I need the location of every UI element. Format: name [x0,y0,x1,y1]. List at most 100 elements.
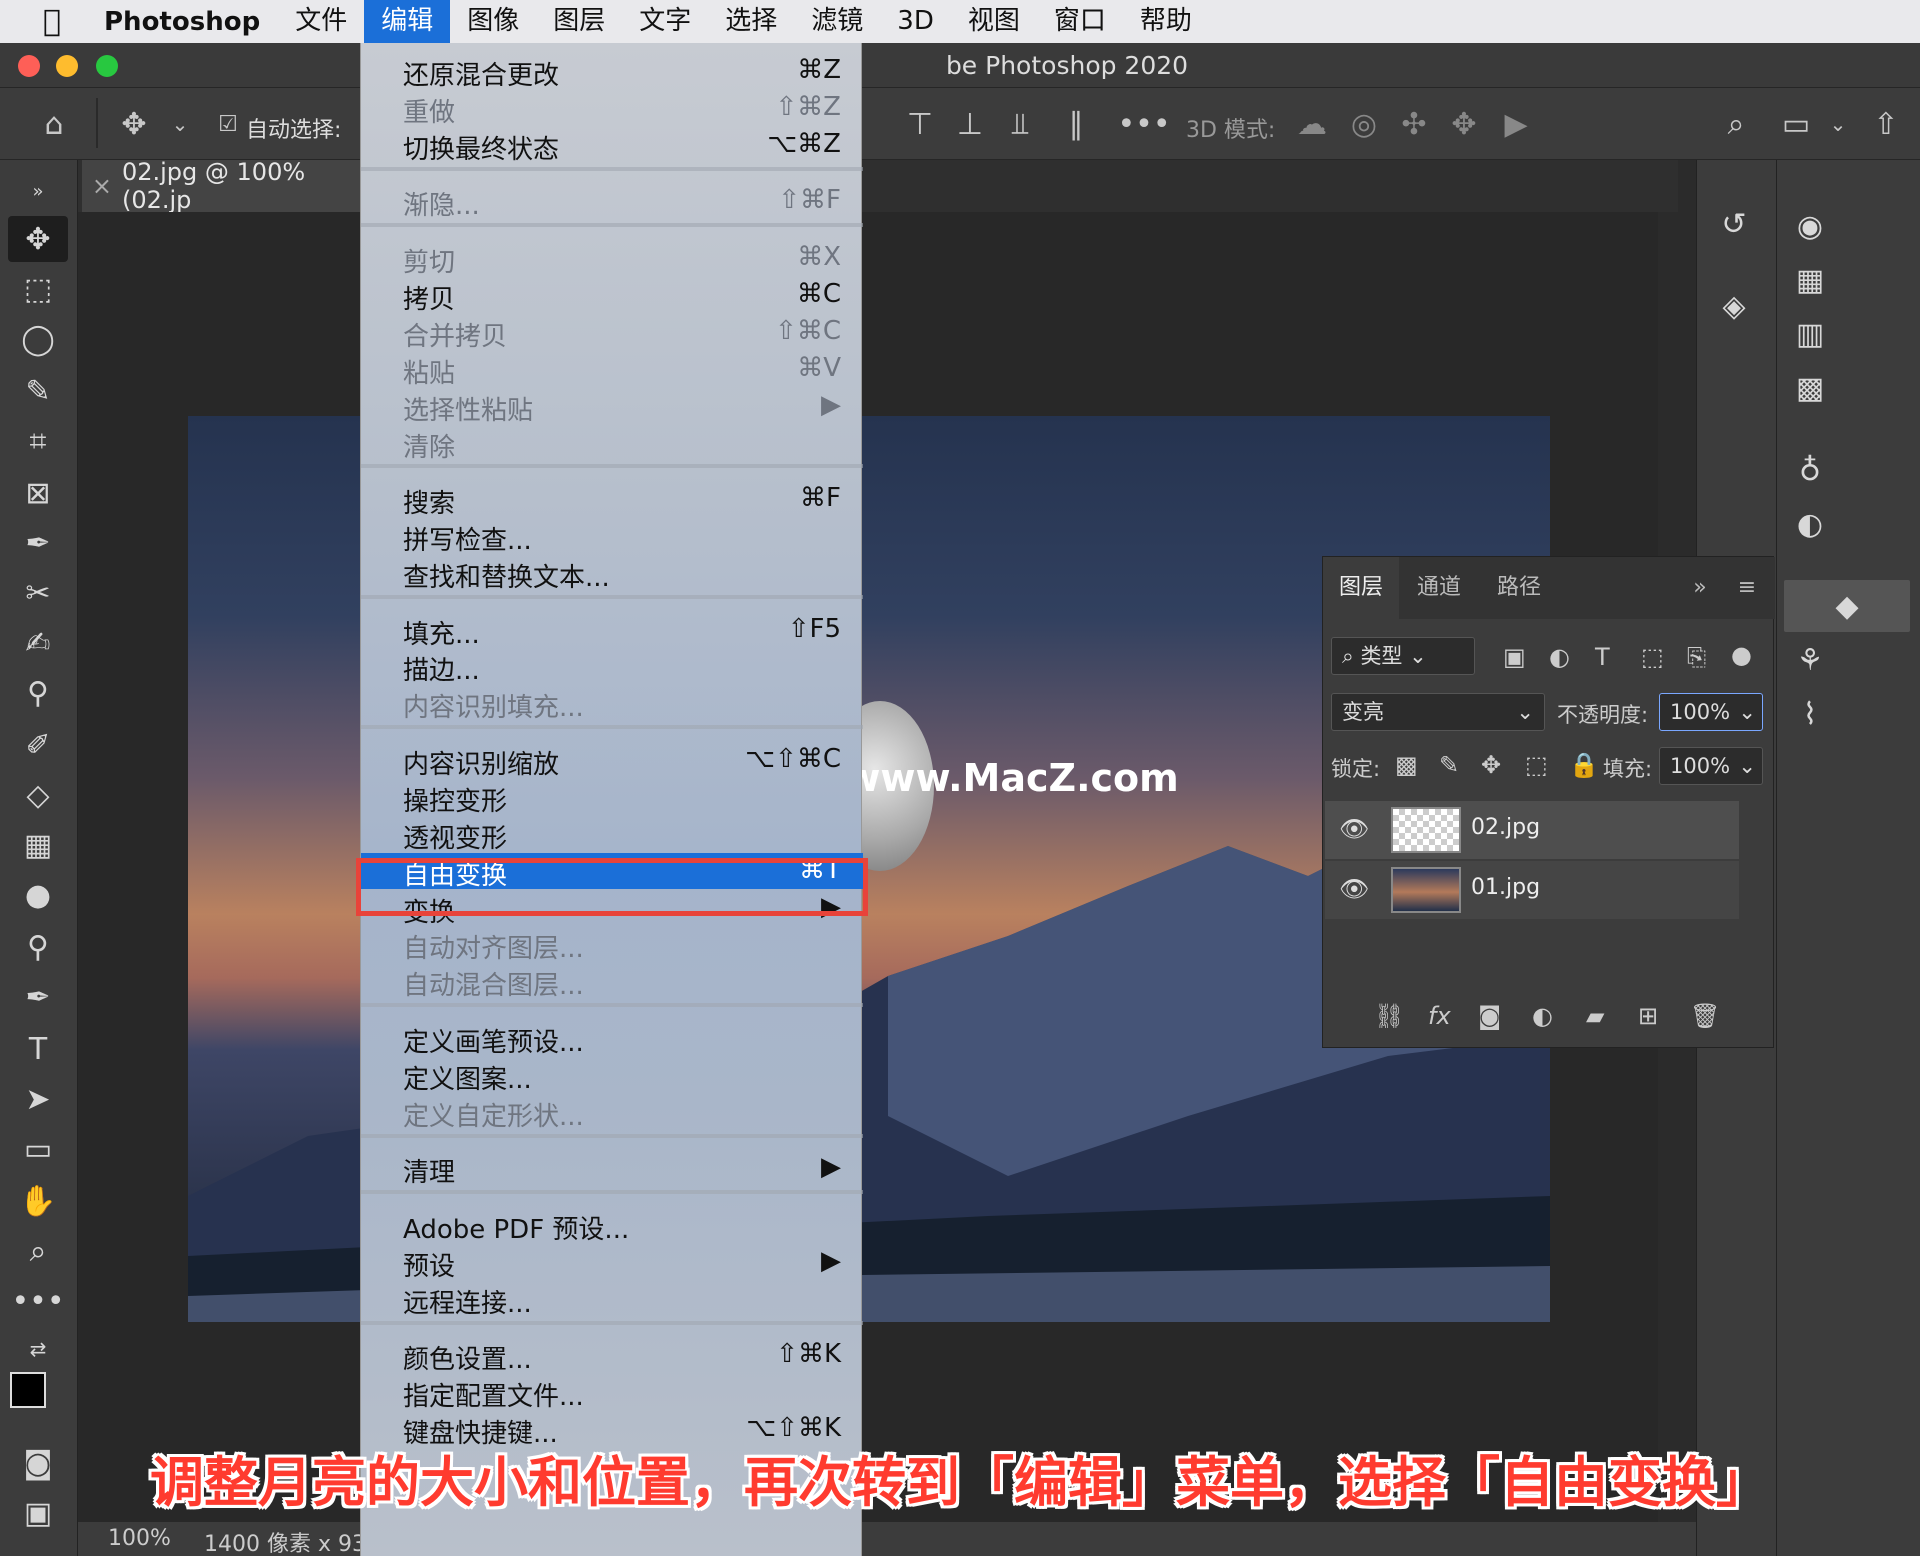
checkbox-icon[interactable]: ☑ [208,104,248,144]
menu-item[interactable]: 远程连接... [361,1281,863,1319]
quick-select-tool[interactable]: ✎ [8,368,68,414]
zoom-level[interactable]: 100% [108,1526,171,1551]
foreground-color-swatch[interactable] [10,1372,46,1408]
filter-shape-icon[interactable]: ⬚ [1641,643,1664,671]
menu-10[interactable]: 帮助 [1123,0,1209,43]
layer-filter-select[interactable]: ⌕ 类型 ⌄ [1331,637,1475,675]
history-brush-tool[interactable]: ✐ [8,722,68,768]
menu-7[interactable]: 3D [880,0,951,43]
align-middle-icon[interactable]: ⊥ [950,104,990,144]
move-tool-icon[interactable]: ✥ [114,104,154,144]
3d-slide-icon[interactable]: ✥ [1444,104,1484,144]
filter-adjustment-icon[interactable]: ◐ [1549,643,1570,671]
apple-icon[interactable]:  [0,4,104,39]
group-folder-icon[interactable]: ▰ [1586,1002,1604,1030]
tab-channels[interactable]: 通道 [1399,557,1479,619]
trash-icon[interactable]: 🗑 [1690,1002,1720,1030]
menu-9[interactable]: 窗口 [1037,0,1123,43]
crop-tool[interactable]: ⌗ [8,418,68,464]
lasso-tool[interactable]: ◯ [8,316,68,362]
menu-item[interactable]: 搜索 ⌘F [361,481,863,519]
menu-item[interactable]: 定义画笔预设... [361,1020,863,1058]
tab-paths[interactable]: 路径 [1479,557,1559,619]
layer-row-01[interactable]: 👁 01.jpg [1325,861,1739,919]
patterns-panel-icon[interactable]: ▩ [1784,362,1836,414]
blend-mode-select[interactable]: 变亮 ⌄ [1331,693,1545,731]
adjustment-layer-icon[interactable]: ◐ [1532,1002,1553,1030]
lock-pixels-icon[interactable]: ✎ [1439,751,1459,779]
rectangle-tool[interactable]: ▭ [8,1126,68,1172]
menu-item[interactable]: 拷贝 ⌘C [361,277,863,315]
menu-item[interactable]: 定义图案... [361,1057,863,1095]
menu-item[interactable]: 颜色设置... ⇧⌘K [361,1337,863,1375]
more-options-icon[interactable]: ••• [1117,104,1170,144]
3d-roll-icon[interactable]: ◎ [1344,104,1384,144]
blur-tool[interactable]: ● [8,872,68,918]
3d-orbit-icon[interactable]: ☁ [1292,104,1332,144]
menu-5[interactable]: 选择 [708,0,794,43]
lock-transparency-icon[interactable]: ▩ [1395,751,1418,779]
fill-input[interactable]: 100% ⌄ [1659,747,1763,785]
3d-panel-icon[interactable]: ◈ [1708,280,1760,332]
chevron-down-icon[interactable]: ⌄ [1818,104,1858,144]
more-tools-icon[interactable]: ••• [8,1278,68,1324]
align-bottom-icon[interactable]: ⫫ [1000,104,1040,144]
lock-position-icon[interactable]: ✥ [1481,751,1501,779]
frame-tool[interactable]: ⊠ [8,470,68,516]
type-tool[interactable]: T [8,1026,68,1072]
panel-menu-icon[interactable]: ≡ [1727,557,1767,619]
eye-icon[interactable]: 👁 [1339,875,1369,903]
3d-camera-icon[interactable]: ▶ [1496,104,1536,144]
marquee-tool[interactable]: ⬚ [8,266,68,312]
menu-6[interactable]: 滤镜 [794,0,880,43]
brush-tool[interactable]: ✍ [8,620,68,666]
opacity-input[interactable]: 100% ⌄ [1659,693,1763,731]
menu-item[interactable]: 指定配置文件... [361,1374,863,1412]
healing-tool[interactable]: ✂ [8,570,68,616]
tab-layers[interactable]: 图层 [1323,557,1399,619]
hand-tool[interactable]: ✋ [8,1178,68,1224]
link-layers-icon[interactable]: ⛓ [1374,1002,1404,1030]
menu-item[interactable]: 清理 ▶ [361,1150,863,1188]
collapse-toolbar-icon[interactable]: » [8,168,68,214]
app-menu[interactable]: Photoshop [104,7,278,37]
chevron-down-icon[interactable]: ⌄ [160,104,200,144]
document-tab[interactable]: × 02.jpg @ 100% (02.jp [82,158,382,214]
swatches-panel-icon[interactable]: ▦ [1784,254,1836,306]
align-top-icon[interactable]: ⊤ [900,104,940,144]
menu-0[interactable]: 文件 [278,0,364,43]
swap-colors-icon[interactable]: ⇄ [8,1326,68,1372]
gradient-tool[interactable]: ▦ [8,822,68,868]
move-tool[interactable]: ✥ [8,216,68,262]
gradients-panel-icon[interactable]: ▥ [1784,308,1836,360]
distribute-icon[interactable]: ∥ [1056,104,1096,144]
zoom-tool[interactable]: ⌕ [8,1228,68,1274]
pen-tool[interactable]: ✒ [8,974,68,1020]
menu-8[interactable]: 视图 [951,0,1037,43]
fx-icon[interactable]: fx [1428,1002,1451,1030]
menu-item[interactable]: 拼写检查... [361,518,863,556]
eye-icon[interactable]: 👁 [1339,815,1369,843]
layers-panel-icon[interactable]: ◆ [1784,580,1910,632]
adjustments-panel-icon[interactable]: ◐ [1784,498,1836,550]
stamp-tool[interactable]: ⚲ [8,670,68,716]
new-layer-icon[interactable]: ⊞ [1638,1002,1658,1030]
menu-3[interactable]: 图层 [536,0,622,43]
home-icon[interactable]: ⌂ [34,104,74,144]
menu-item[interactable]: 切换最终状态 ⌥⌘Z [361,127,863,165]
workspace-icon[interactable]: ▭ [1776,104,1816,144]
menu-4[interactable]: 文字 [622,0,708,43]
menu-item[interactable]: 预设 ▶ [361,1244,863,1282]
close-tab-icon[interactable]: × [82,172,122,200]
share-icon[interactable]: ⇧ [1866,104,1906,144]
filter-toggle-icon[interactable]: ● [1731,641,1752,669]
menu-item[interactable]: 透视变形 [361,816,863,854]
add-mask-icon[interactable]: ◙ [1478,1002,1501,1030]
dodge-tool[interactable]: ⚲ [8,924,68,970]
filter-smart-icon[interactable]: ⎘ [1687,643,1706,671]
menu-item[interactable]: 描边... [361,648,863,686]
3d-pan-icon[interactable]: ✣ [1394,104,1434,144]
menu-item[interactable]: 还原混合更改 ⌘Z [361,53,863,91]
menu-item[interactable]: 内容识别缩放 ⌥⇧⌘C [361,742,863,780]
menu-2[interactable]: 图像 [450,0,536,43]
